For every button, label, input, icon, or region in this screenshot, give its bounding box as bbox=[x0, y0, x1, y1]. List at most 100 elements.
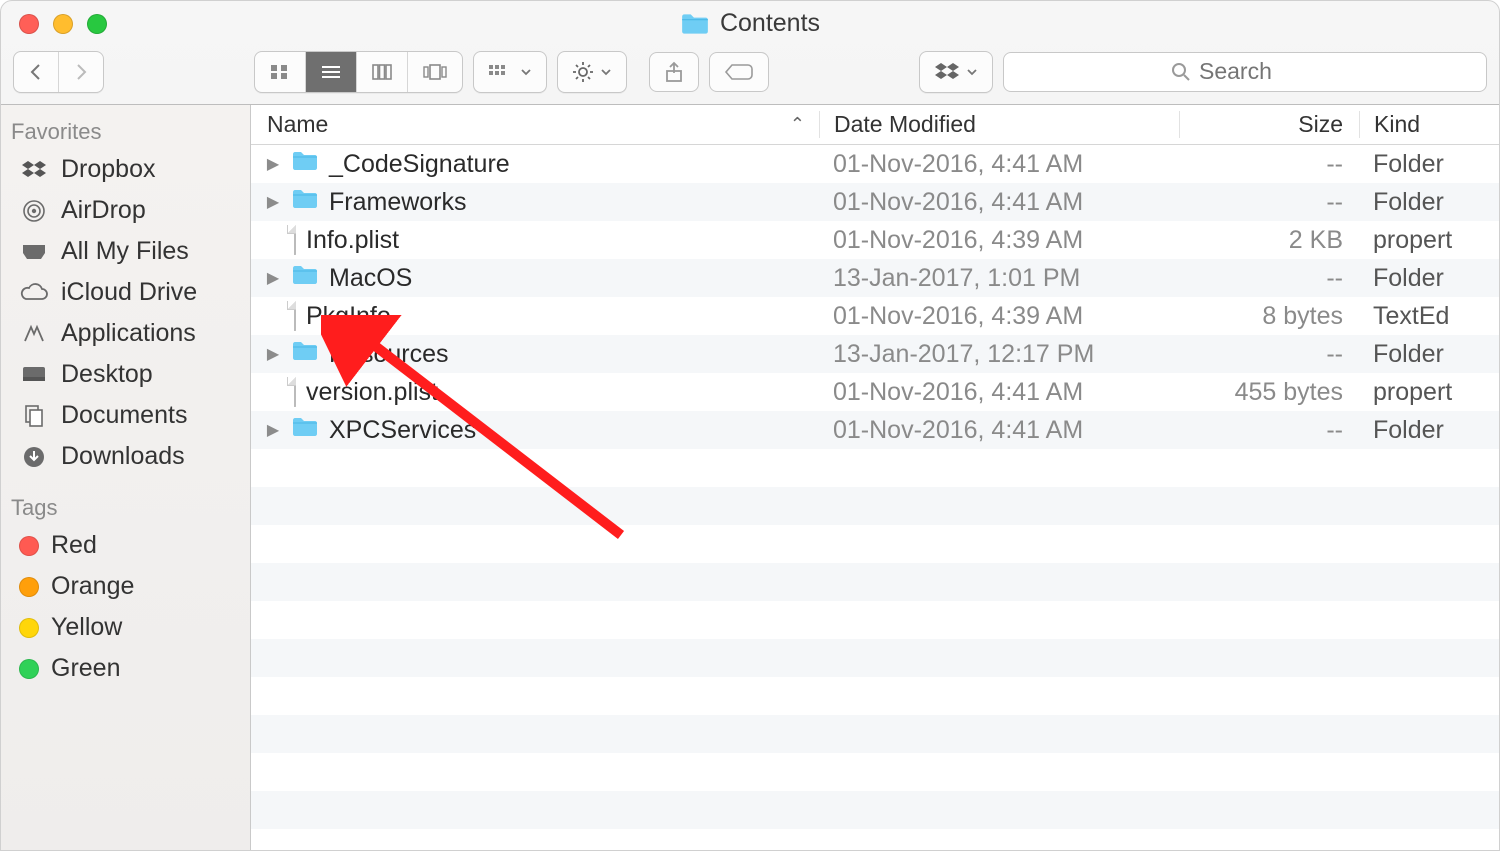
sidebar-tag-label: Green bbox=[51, 654, 120, 683]
forward-button[interactable] bbox=[59, 52, 103, 92]
sort-ascending-icon: ⌃ bbox=[790, 114, 819, 135]
sidebar-tag-label: Red bbox=[51, 531, 97, 560]
empty-row bbox=[251, 449, 1499, 487]
empty-row bbox=[251, 525, 1499, 563]
sidebar-item-icloud[interactable]: iCloud Drive bbox=[1, 272, 250, 313]
sidebar-item-applications[interactable]: Applications bbox=[1, 313, 250, 354]
file-kind: Folder bbox=[1359, 150, 1499, 179]
desktop-icon bbox=[19, 362, 49, 388]
document-icon bbox=[291, 302, 296, 331]
close-window-button[interactable] bbox=[19, 14, 39, 34]
file-row[interactable]: PkgInfo 01-Nov-2016, 4:39 AM8 bytesTextEd bbox=[251, 297, 1499, 335]
file-date: 01-Nov-2016, 4:41 AM bbox=[819, 188, 1179, 217]
file-size: -- bbox=[1179, 340, 1359, 369]
sidebar-tag-yellow[interactable]: Yellow bbox=[1, 607, 250, 648]
sidebar-section-tags: Tags bbox=[1, 487, 250, 525]
search-field[interactable] bbox=[1003, 52, 1487, 92]
gallery-icon bbox=[422, 63, 448, 81]
sidebar-tag-label: Orange bbox=[51, 572, 134, 601]
airdrop-icon bbox=[19, 198, 49, 224]
coverflow-view-button[interactable] bbox=[408, 52, 462, 92]
sidebar-item-documents[interactable]: Documents bbox=[1, 395, 250, 436]
sidebar-tag-green[interactable]: Green bbox=[1, 648, 250, 689]
sidebar-item-dropbox[interactable]: Dropbox bbox=[1, 149, 250, 190]
sidebar: Favorites Dropbox AirDrop All My Files bbox=[1, 105, 251, 850]
column-header-name[interactable]: Name ⌃ bbox=[251, 111, 819, 138]
chevron-left-icon bbox=[28, 62, 44, 82]
tag-icon bbox=[724, 62, 754, 82]
search-input[interactable] bbox=[1199, 58, 1319, 85]
empty-row bbox=[251, 563, 1499, 601]
folder-icon bbox=[291, 416, 319, 445]
folder-icon bbox=[291, 264, 319, 293]
arrange-menu[interactable] bbox=[473, 51, 547, 93]
sidebar-item-desktop[interactable]: Desktop bbox=[1, 354, 250, 395]
file-date: 01-Nov-2016, 4:39 AM bbox=[819, 302, 1179, 331]
disclosure-triangle-icon[interactable]: ▶ bbox=[265, 192, 281, 212]
toolbar bbox=[1, 47, 1499, 105]
sidebar-tag-red[interactable]: Red bbox=[1, 525, 250, 566]
file-row[interactable]: ▶MacOS13-Jan-2017, 1:01 PM--Folder bbox=[251, 259, 1499, 297]
tags-button[interactable] bbox=[709, 52, 769, 92]
file-name: Resources bbox=[329, 340, 449, 369]
gear-icon bbox=[572, 61, 594, 83]
file-date: 13-Jan-2017, 1:01 PM bbox=[819, 264, 1179, 293]
dropbox-menu[interactable] bbox=[919, 51, 993, 93]
sidebar-item-airdrop[interactable]: AirDrop bbox=[1, 190, 250, 231]
column-header-label: Name bbox=[267, 111, 328, 138]
list-view-button[interactable] bbox=[306, 52, 357, 92]
empty-row bbox=[251, 601, 1499, 639]
file-row[interactable]: ▶XPCServices01-Nov-2016, 4:41 AM--Folder bbox=[251, 411, 1499, 449]
document-icon bbox=[291, 378, 296, 407]
file-row[interactable]: ▶Resources13-Jan-2017, 12:17 PM--Folder bbox=[251, 335, 1499, 373]
downloads-icon bbox=[19, 444, 49, 470]
titlebar: Contents bbox=[1, 1, 1499, 47]
disclosure-triangle-icon[interactable]: ▶ bbox=[265, 420, 281, 440]
empty-row bbox=[251, 639, 1499, 677]
column-header-kind[interactable]: Kind bbox=[1359, 111, 1499, 138]
disclosure-triangle-icon[interactable]: ▶ bbox=[265, 154, 281, 174]
file-kind: TextEd bbox=[1359, 302, 1499, 331]
file-date: 13-Jan-2017, 12:17 PM bbox=[819, 340, 1179, 369]
sidebar-section-favorites: Favorites bbox=[1, 111, 250, 149]
disclosure-triangle-icon[interactable]: ▶ bbox=[265, 268, 281, 288]
file-size: -- bbox=[1179, 264, 1359, 293]
documents-icon bbox=[19, 403, 49, 429]
window-controls bbox=[19, 14, 107, 34]
sidebar-item-all-my-files[interactable]: All My Files bbox=[1, 231, 250, 272]
sidebar-item-downloads[interactable]: Downloads bbox=[1, 436, 250, 477]
empty-row bbox=[251, 715, 1499, 753]
zoom-window-button[interactable] bbox=[87, 14, 107, 34]
file-name: PkgInfo bbox=[306, 302, 391, 331]
file-date: 01-Nov-2016, 4:41 AM bbox=[819, 416, 1179, 445]
sidebar-tag-label: Yellow bbox=[51, 613, 122, 642]
column-header-date[interactable]: Date Modified bbox=[819, 111, 1179, 138]
folder-icon bbox=[291, 340, 319, 369]
tag-dot-icon bbox=[19, 659, 39, 679]
file-row[interactable]: ▶_CodeSignature01-Nov-2016, 4:41 AM--Fol… bbox=[251, 145, 1499, 183]
file-row[interactable]: version.plist01-Nov-2016, 4:41 AM455 byt… bbox=[251, 373, 1499, 411]
dropbox-icon bbox=[934, 62, 960, 82]
folder-icon bbox=[680, 12, 710, 36]
file-size: 8 bytes bbox=[1179, 302, 1359, 331]
search-icon bbox=[1171, 62, 1191, 82]
sidebar-item-label: Documents bbox=[61, 401, 187, 430]
sidebar-tag-orange[interactable]: Orange bbox=[1, 566, 250, 607]
icon-view-button[interactable] bbox=[255, 52, 306, 92]
minimize-window-button[interactable] bbox=[53, 14, 73, 34]
column-view-button[interactable] bbox=[357, 52, 408, 92]
body: Favorites Dropbox AirDrop All My Files bbox=[1, 105, 1499, 850]
back-button[interactable] bbox=[14, 52, 59, 92]
file-row[interactable]: ▶Frameworks01-Nov-2016, 4:41 AM--Folder bbox=[251, 183, 1499, 221]
file-name: XPCServices bbox=[329, 416, 476, 445]
cloud-icon bbox=[19, 280, 49, 306]
disclosure-triangle-icon[interactable]: ▶ bbox=[265, 344, 281, 364]
file-row[interactable]: Info.plist01-Nov-2016, 4:39 AM2 KBproper… bbox=[251, 221, 1499, 259]
file-list: Name ⌃ Date Modified Size Kind ▶_CodeSig… bbox=[251, 105, 1499, 850]
share-button[interactable] bbox=[649, 52, 699, 92]
column-header-size[interactable]: Size bbox=[1179, 111, 1359, 138]
tag-dot-icon bbox=[19, 536, 39, 556]
chevron-right-icon bbox=[73, 62, 89, 82]
action-menu[interactable] bbox=[557, 51, 627, 93]
grid-small-icon bbox=[488, 63, 514, 81]
